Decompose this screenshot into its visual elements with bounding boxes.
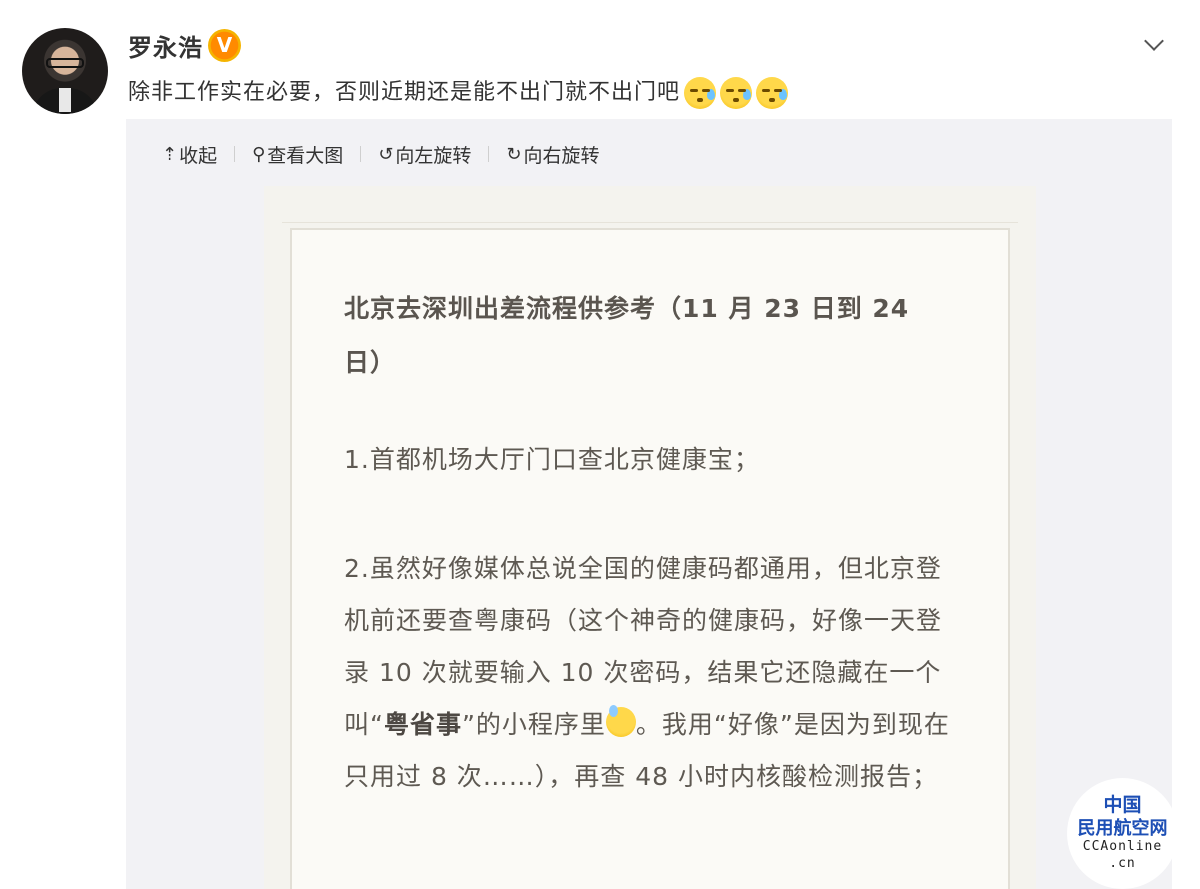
image-item-1: 1.首都机场大厅门口查北京健康宝； bbox=[344, 445, 760, 474]
watermark-line-4: .cn bbox=[1109, 856, 1136, 871]
toolbar-divider bbox=[360, 146, 362, 162]
view-large-button[interactable]: ⚲ 查看大图 bbox=[252, 140, 343, 168]
collapse-label: 收起 bbox=[179, 144, 218, 167]
sweat-face-icon bbox=[720, 77, 753, 109]
watermark-line-2: 民用航空网 bbox=[1077, 818, 1168, 839]
toolbar-divider bbox=[488, 146, 490, 162]
avatar-collar bbox=[59, 88, 71, 112]
watermark-logo: 中国 民用航空网 CCAonline .cn bbox=[1067, 778, 1178, 889]
rotate-left-button[interactable]: ↺ 向左旋转 bbox=[378, 140, 471, 168]
sweat-face-icon bbox=[605, 705, 636, 737]
user-avatar[interactable] bbox=[22, 28, 108, 114]
rotate-right-button[interactable]: ↻ 向右旋转 bbox=[506, 140, 599, 168]
sweat-face-icon bbox=[756, 77, 789, 109]
watermark-line-1: 中国 bbox=[1103, 794, 1142, 816]
rotate-right-label: 向右旋转 bbox=[523, 144, 600, 167]
username[interactable]: 罗永浩 bbox=[128, 28, 203, 63]
upload-arrow-icon: ⇡ bbox=[162, 143, 178, 165]
chevron-down-icon[interactable] bbox=[1143, 38, 1167, 52]
verified-badge-icon: V bbox=[208, 29, 241, 62]
view-large-label: 查看大图 bbox=[267, 144, 344, 167]
watermark-line-3: CCAonline bbox=[1082, 839, 1163, 854]
rotate-right-icon: ↻ bbox=[506, 143, 522, 165]
image-toolbar: ⇡ 收起 ⚲ 查看大图 ↺ 向左旋转 ↻ 向右旋转 bbox=[162, 140, 600, 168]
image-decor-line bbox=[282, 222, 1018, 223]
rotate-left-icon: ↺ bbox=[378, 143, 394, 165]
post-text-line: 除非工作实在必要，否则近期还是能不出门就不出门吧 bbox=[128, 74, 789, 109]
collapse-button[interactable]: ⇡ 收起 bbox=[162, 140, 217, 168]
image-item-2: 2.虽然好像媒体总说全国的健康码都通用，但北京登机前还要查粤康码（这个神奇的健康… bbox=[344, 543, 954, 803]
rotate-left-label: 向左旋转 bbox=[395, 144, 472, 167]
image-item-2-part-b: ”的小程序里 bbox=[461, 710, 606, 739]
search-icon: ⚲ bbox=[252, 143, 266, 165]
avatar-glasses bbox=[46, 58, 84, 68]
post-text: 除非工作实在必要，否则近期还是能不出门就不出门吧 bbox=[128, 80, 681, 105]
sweat-face-icon bbox=[684, 77, 717, 109]
toolbar-divider bbox=[234, 146, 236, 162]
image-item-2-bold: 粤省事 bbox=[383, 710, 462, 739]
image-title: 北京去深圳出差流程供参考（11 月 23 日到 24 日） bbox=[344, 294, 910, 377]
